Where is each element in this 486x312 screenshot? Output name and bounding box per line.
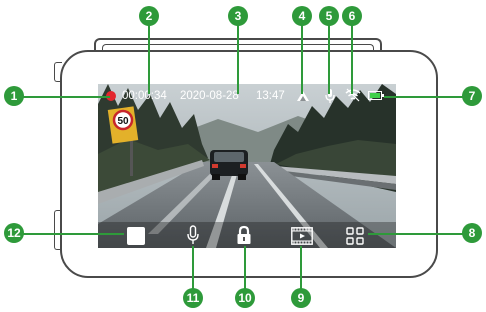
callout-11: 11 [183, 288, 203, 308]
leader-line-11 [192, 246, 194, 294]
lock-icon[interactable] [236, 225, 252, 245]
leader-line-3 [237, 20, 239, 94]
microphone-icon [325, 89, 335, 103]
callout-9: 9 [291, 288, 311, 308]
grid-menu-icon[interactable] [346, 227, 364, 245]
callout-3: 3 [228, 6, 248, 26]
callout-8: 8 [462, 223, 482, 243]
leader-line-5 [328, 20, 330, 94]
leader-line-10 [244, 246, 246, 294]
leader-line-12 [20, 233, 124, 235]
parking-mode-icon [297, 91, 309, 101]
callout-2: 2 [139, 6, 159, 26]
callout-12: 12 [4, 223, 24, 243]
clock-time: 13:47 [256, 90, 285, 102]
leader-line-7 [384, 96, 468, 98]
battery-icon [368, 91, 384, 100]
microphone-button-icon[interactable] [187, 225, 199, 245]
leader-line-4 [301, 20, 303, 94]
leader-line-1 [20, 96, 110, 98]
callout-1: 1 [4, 86, 24, 106]
callout-7: 7 [462, 86, 482, 106]
callout-10: 10 [235, 288, 255, 308]
leader-line-2 [148, 20, 150, 94]
leader-line-6 [351, 20, 353, 94]
speed-limit-value: 50 [117, 116, 129, 127]
leader-line-8 [368, 233, 468, 235]
callout-6: 6 [342, 6, 362, 26]
elapsed-time: 00:00:34 [122, 90, 167, 102]
wifi-icon [345, 88, 361, 102]
date-stamp: 2020-08-28 [180, 90, 239, 102]
callout-5: 5 [319, 6, 339, 26]
car [210, 150, 248, 180]
leader-line-9 [300, 246, 302, 294]
playback-icon[interactable] [291, 227, 313, 245]
stop-icon[interactable] [127, 227, 145, 245]
callout-4: 4 [292, 6, 312, 26]
